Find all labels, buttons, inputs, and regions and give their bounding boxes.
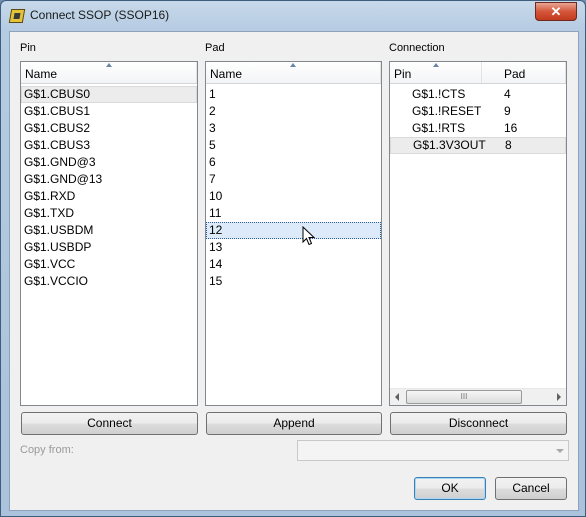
table-row[interactable]: G$1.!CTS 4: [390, 86, 566, 103]
scrollbar-thumb[interactable]: III: [406, 390, 522, 404]
pad-list-header: Name: [206, 62, 381, 84]
horizontal-scrollbar[interactable]: III: [390, 388, 566, 405]
connection-pin-cell: G$1.!CTS: [412, 87, 466, 101]
list-item[interactable]: G$1.CBUS0: [21, 86, 197, 103]
list-item[interactable]: G$1.CBUS3: [21, 137, 197, 154]
connection-pin-column-header[interactable]: Pin: [390, 62, 482, 83]
pad-list[interactable]: Name 1 2 3 5 6 7 10 11 12 13 14 15: [205, 61, 382, 406]
column-label: Name: [210, 67, 243, 81]
connection-pad-cell: 9: [504, 104, 511, 118]
pin-list[interactable]: Name G$1.CBUS0 G$1.CBUS1 G$1.CBUS2 G$1.CBUS…: [20, 61, 198, 406]
window-title: Connect SSOP (SSOP16): [30, 8, 170, 22]
sort-ascending-icon: [432, 63, 439, 67]
connection-pin-cell: G$1.3V3OUT: [413, 138, 486, 152]
column-label: Pin: [394, 67, 412, 81]
pad-group-label: Pad: [205, 42, 225, 54]
list-item[interactable]: 3: [206, 120, 381, 137]
dialog-body: Pin Name G$1.CBUS0 G$1.CBUS1 G$1.CBUS2 G$1.…: [9, 31, 579, 511]
connection-rows: G$1.!CTS 4 G$1.!RESET 9 G$1.!RTS 16 G$1.3V3OUT…: [390, 84, 566, 154]
list-item[interactable]: 1: [206, 86, 381, 103]
sort-ascending-icon: [290, 63, 296, 67]
list-item[interactable]: G$1.CBUS1: [21, 103, 197, 120]
table-row[interactable]: G$1.!RESET 9: [390, 103, 566, 120]
pin-name-column-header[interactable]: Name: [21, 62, 197, 83]
connection-group-label: Connection: [389, 42, 445, 54]
pin-rows: G$1.CBUS0 G$1.CBUS1 G$1.CBUS2 G$1.CBUS3 G$1.…: [21, 84, 197, 290]
sort-ascending-icon: [105, 63, 112, 67]
list-item[interactable]: 14: [206, 256, 381, 273]
title-bar[interactable]: Connect SSOP (SSOP16) ✕: [1, 1, 585, 31]
list-item[interactable]: 10: [206, 188, 381, 205]
table-row[interactable]: G$1.!RTS 16: [390, 120, 566, 137]
list-item[interactable]: G$1.GND@13: [21, 171, 197, 188]
list-item[interactable]: G$1.VCCIO: [21, 273, 197, 290]
disconnect-button[interactable]: Disconnect: [390, 412, 567, 435]
connection-list-header: Pin Pad: [390, 62, 566, 84]
connect-dialog: Connect SSOP (SSOP16) ✕ Pin Name G$1.CBU…: [0, 0, 586, 517]
table-row[interactable]: G$1.3V3OUT 8: [390, 137, 566, 154]
chip-icon: [8, 9, 26, 23]
ok-button[interactable]: OK: [414, 477, 486, 500]
copy-from-label: Copy from:: [20, 444, 74, 456]
scroll-left-icon[interactable]: [395, 393, 399, 401]
list-item[interactable]: G$1.RXD: [21, 188, 197, 205]
connection-pad-cell: 4: [504, 87, 511, 101]
list-item[interactable]: 15: [206, 273, 381, 290]
column-label: Pad: [504, 67, 526, 81]
scroll-right-icon[interactable]: [557, 393, 561, 401]
list-item[interactable]: 12: [206, 222, 381, 239]
connection-list[interactable]: Pin Pad G$1.!CTS 4 G$1.!RESET 9 G$1.!RTS 16 G$…: [389, 61, 567, 406]
list-item[interactable]: 7: [206, 171, 381, 188]
connection-pad-cell: 8: [505, 138, 512, 152]
list-item[interactable]: 5: [206, 137, 381, 154]
chevron-down-icon: [556, 449, 564, 453]
pin-list-header: Name: [21, 62, 197, 84]
list-item[interactable]: G$1.TXD: [21, 205, 197, 222]
connection-pad-cell: 16: [504, 121, 518, 135]
list-item[interactable]: G$1.USBDP: [21, 239, 197, 256]
list-item[interactable]: 2: [206, 103, 381, 120]
column-label: Name: [25, 67, 58, 81]
list-item[interactable]: G$1.CBUS2: [21, 120, 197, 137]
pin-group-label: Pin: [20, 42, 36, 54]
append-button[interactable]: Append: [206, 412, 382, 435]
copy-from-dropdown[interactable]: [297, 440, 569, 461]
connect-button[interactable]: Connect: [21, 412, 198, 435]
close-button[interactable]: ✕: [535, 2, 577, 21]
connection-pad-column-header[interactable]: Pad: [482, 62, 566, 83]
list-item[interactable]: 13: [206, 239, 381, 256]
list-item[interactable]: 6: [206, 154, 381, 171]
mouse-cursor-icon: [302, 226, 316, 246]
connection-pin-cell: G$1.!RTS: [412, 121, 466, 135]
list-item[interactable]: G$1.VCC: [21, 256, 197, 273]
list-item[interactable]: 11: [206, 205, 381, 222]
connection-pin-cell: G$1.!RESET: [412, 104, 482, 118]
pad-name-column-header[interactable]: Name: [206, 62, 381, 83]
list-item[interactable]: G$1.GND@3: [21, 154, 197, 171]
list-item[interactable]: G$1.USBDM: [21, 222, 197, 239]
pad-rows: 1 2 3 5 6 7 10 11 12 13 14 15: [206, 84, 381, 290]
cancel-button[interactable]: Cancel: [495, 477, 567, 500]
